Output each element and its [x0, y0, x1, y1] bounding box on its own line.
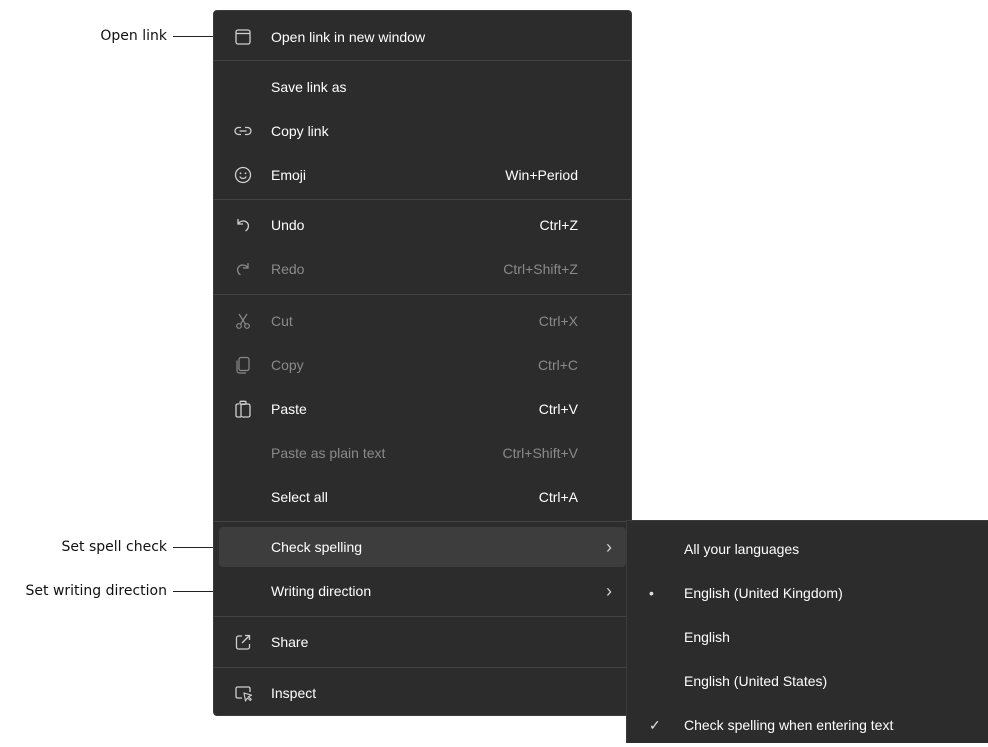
window-icon [233, 27, 253, 47]
menu-item-label: Check spelling [271, 539, 363, 555]
callout-open-link-text: Open link [100, 28, 167, 44]
menu-item-label: Inspect [271, 685, 317, 701]
menu-item-shortcut: Ctrl+Z [539, 217, 579, 233]
menu-item-shortcut: Ctrl+V [538, 401, 578, 417]
menu-item-writing-direction[interactable]: Writing direction › [219, 571, 626, 611]
submenu-item-label: All your languages [684, 541, 800, 557]
menu-item-label: Writing direction [271, 583, 372, 599]
menu-item-save-link-as[interactable]: Save link as [219, 67, 626, 107]
submenu-item-label: Check spelling when entering text [684, 717, 894, 733]
menu-item-label: Share [271, 634, 309, 650]
menu-item-cut[interactable]: Cut Ctrl+X [219, 301, 626, 341]
menu-item-inspect[interactable]: Inspect [219, 673, 626, 713]
menu-item-shortcut: Ctrl+Shift+V [502, 445, 578, 461]
callout-open-link: Open link [0, 26, 221, 46]
menu-item-shortcut: Ctrl+C [537, 357, 578, 373]
menu-item-paste[interactable]: Paste Ctrl+V [219, 389, 626, 429]
redo-icon [233, 259, 253, 279]
menu-item-select-all[interactable]: Select all Ctrl+A [219, 477, 626, 517]
menu-separator [214, 60, 631, 61]
undo-icon [233, 215, 253, 235]
menu-item-shortcut: Ctrl+A [538, 489, 578, 505]
menu-item-label: Emoji [271, 167, 307, 183]
menu-item-paste-plain-text[interactable]: Paste as plain text Ctrl+Shift+V [219, 433, 626, 473]
menu-item-label: Copy link [271, 123, 329, 139]
menu-item-shortcut: Ctrl+X [538, 313, 578, 329]
chevron-right-icon: › [606, 537, 612, 557]
scissors-icon [233, 311, 253, 331]
submenu-item-label: English (United States) [684, 673, 828, 689]
menu-item-label: Redo [271, 261, 305, 277]
menu-separator [214, 521, 631, 522]
menu-item-shortcut: Ctrl+Shift+Z [503, 261, 578, 277]
submenu-item-english[interactable]: English [627, 615, 988, 659]
smiley-icon [233, 165, 253, 185]
callout-writing-direction-text: Set writing direction [25, 583, 167, 599]
menu-item-label: Copy [271, 357, 304, 373]
submenu-item-check-spelling-when-typing[interactable]: ✓ Check spelling when entering text [627, 703, 988, 747]
menu-item-copy-link[interactable]: Copy link [219, 111, 626, 151]
menu-item-label: Open link in new window [271, 29, 426, 45]
menu-separator [214, 616, 631, 617]
spelling-submenu: All your languages • English (United Kin… [626, 520, 988, 743]
bullet-icon: • [649, 585, 654, 601]
menu-item-label: Save link as [271, 79, 347, 95]
submenu-item-english-us[interactable]: English (United States) [627, 659, 988, 703]
chevron-right-icon: › [606, 581, 612, 601]
callout-writing-direction: Set writing direction [0, 581, 221, 601]
clipboard-icon [233, 399, 253, 419]
menu-item-label: Cut [271, 313, 293, 329]
link-icon [233, 121, 253, 141]
menu-separator [214, 199, 631, 200]
context-menu: Open link in new window Save link as Cop… [213, 10, 632, 716]
menu-separator [214, 667, 631, 668]
submenu-item-all-languages[interactable]: All your languages [627, 527, 988, 571]
menu-item-label: Paste as plain text [271, 445, 386, 461]
submenu-item-label: English [684, 629, 730, 645]
menu-item-copy[interactable]: Copy Ctrl+C [219, 345, 626, 385]
menu-item-label: Undo [271, 217, 305, 233]
inspect-icon [233, 683, 253, 703]
callout-spell-check: Set spell check [0, 537, 221, 557]
share-icon [233, 632, 253, 652]
checkmark-icon: ✓ [649, 717, 661, 733]
menu-item-share[interactable]: Share [219, 622, 626, 662]
menu-item-shortcut: Win+Period [505, 167, 578, 183]
submenu-item-label: English (United Kingdom) [684, 585, 843, 601]
menu-item-check-spelling[interactable]: Check spelling › [219, 527, 626, 567]
menu-separator [214, 294, 631, 295]
copy-icon [233, 355, 253, 375]
menu-item-open-link-new-window[interactable]: Open link in new window [219, 17, 626, 57]
submenu-item-english-uk[interactable]: • English (United Kingdom) [627, 571, 988, 615]
menu-item-label: Paste [271, 401, 307, 417]
menu-item-redo[interactable]: Redo Ctrl+Shift+Z [219, 249, 626, 289]
callout-spell-check-text: Set spell check [61, 539, 167, 555]
menu-item-label: Select all [271, 489, 328, 505]
menu-item-emoji[interactable]: Emoji Win+Period [219, 155, 626, 195]
menu-item-undo[interactable]: Undo Ctrl+Z [219, 205, 626, 245]
